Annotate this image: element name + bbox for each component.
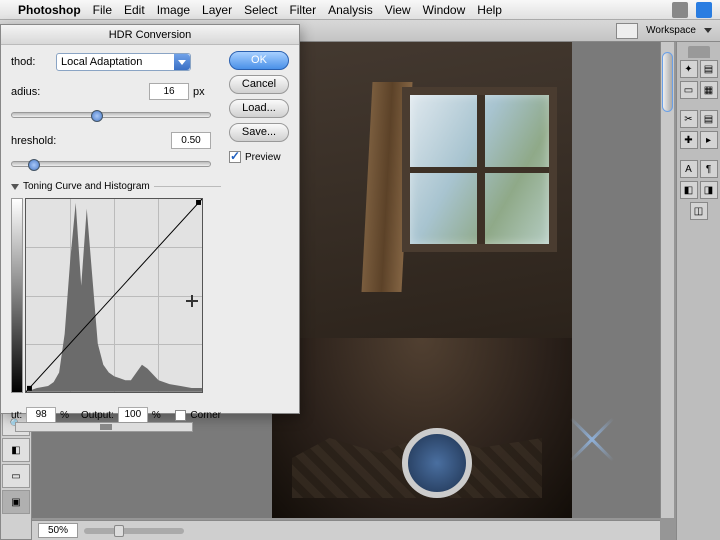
menu-file[interactable]: File	[93, 3, 112, 17]
menu-select[interactable]: Select	[244, 3, 277, 17]
sys-tray-icon[interactable]	[696, 2, 712, 18]
dialog-title: HDR Conversion	[1, 25, 299, 45]
actions-panel-icon[interactable]: ▸	[700, 131, 718, 149]
brushes-panel-icon[interactable]: ▤	[700, 110, 718, 128]
radius-label: adius:	[11, 86, 56, 98]
menu-view[interactable]: View	[385, 3, 411, 17]
spotlight-icon[interactable]	[672, 2, 688, 18]
workspace-icon[interactable]	[616, 23, 638, 39]
foreground-bg-swatch[interactable]: ◧	[2, 438, 30, 462]
threshold-field[interactable]: 0.50	[171, 132, 211, 149]
chevron-down-icon	[704, 28, 712, 33]
threshold-slider-thumb[interactable]	[28, 159, 40, 171]
cancel-button[interactable]: Cancel	[229, 75, 289, 94]
character-panel-icon[interactable]: A	[680, 160, 698, 178]
document-image	[272, 42, 572, 518]
input-label: ut:	[11, 410, 22, 421]
menu-edit[interactable]: Edit	[124, 3, 145, 17]
menu-layer[interactable]: Layer	[202, 3, 232, 17]
watermark-x	[562, 408, 622, 468]
chevron-down-icon	[174, 54, 190, 70]
output-unit: %	[152, 410, 161, 421]
ok-button[interactable]: OK	[229, 51, 289, 70]
menu-filter[interactable]: Filter	[289, 3, 316, 17]
preview-checkbox[interactable]	[229, 151, 241, 163]
method-value: Local Adaptation	[61, 56, 142, 68]
corner-checkbox[interactable]	[175, 410, 186, 421]
clone-source-icon[interactable]: ✚	[680, 131, 698, 149]
disclosure-triangle-icon[interactable]	[11, 184, 19, 190]
panel-dock: ✦▤ ▭▦ ✂▤ ✚▸ A¶ ◧◨ ◫	[676, 42, 720, 540]
histogram-plot	[26, 199, 202, 392]
histogram-scroll-thumb[interactable]	[100, 424, 112, 430]
crosshair-cursor-icon	[186, 295, 198, 307]
output-label: Output:	[81, 410, 114, 421]
menu-image[interactable]: Image	[157, 3, 190, 17]
hdr-conversion-dialog: HDR Conversion OK Cancel Load... Save...…	[0, 24, 300, 414]
radius-unit: px	[193, 86, 211, 98]
gradient-strip	[11, 198, 23, 393]
histogram-panel-icon[interactable]: ▤	[700, 60, 718, 78]
color-panel-icon[interactable]: ▭	[680, 81, 698, 99]
threshold-label: hreshold:	[11, 135, 69, 147]
curve-point-black[interactable]	[27, 386, 32, 391]
swatches-panel-icon[interactable]: ▦	[700, 81, 718, 99]
save-button[interactable]: Save...	[229, 123, 289, 142]
toning-curve-histogram[interactable]	[25, 198, 203, 393]
paragraph-panel-icon[interactable]: ¶	[700, 160, 718, 178]
menu-help[interactable]: Help	[477, 3, 502, 17]
section-title: Toning Curve and Histogram	[23, 181, 150, 192]
method-dropdown[interactable]: Local Adaptation	[56, 53, 191, 71]
vertical-scrollbar[interactable]	[660, 42, 674, 518]
curve-point-white[interactable]	[196, 200, 201, 205]
screen-mode-button[interactable]: ▣	[2, 490, 30, 514]
zoom-slider-thumb[interactable]	[114, 525, 124, 537]
radius-slider-thumb[interactable]	[91, 110, 103, 122]
scrollbar-thumb[interactable]	[662, 52, 673, 112]
app-name[interactable]: Photoshop	[18, 3, 81, 17]
dock-collapse-handle[interactable]	[688, 46, 710, 58]
threshold-slider[interactable]	[11, 161, 211, 167]
zoom-field[interactable]: 50%	[38, 523, 78, 538]
status-bar: 50%	[32, 520, 660, 540]
workspace-dropdown[interactable]: Workspace	[642, 25, 700, 36]
radius-field[interactable]: 16	[149, 83, 189, 100]
corner-label: Corner	[190, 410, 221, 421]
watermark-logo	[402, 428, 472, 498]
zoom-slider[interactable]	[84, 528, 184, 534]
curve-output-field[interactable]: 100	[118, 407, 148, 423]
preview-label: Preview	[245, 152, 281, 163]
tool-presets-icon[interactable]: ✂	[680, 110, 698, 128]
input-unit: %	[60, 410, 69, 421]
mac-menubar: Photoshop File Edit Image Layer Select F…	[0, 0, 720, 20]
method-label: thod:	[11, 56, 56, 68]
channels-panel-icon[interactable]: ◨	[700, 181, 718, 199]
curve-input-field[interactable]: 98	[26, 407, 56, 423]
paths-panel-icon[interactable]: ◫	[690, 202, 708, 220]
radius-slider[interactable]	[11, 112, 211, 118]
quick-mask-toggle[interactable]: ▭	[2, 464, 30, 488]
menu-analysis[interactable]: Analysis	[328, 3, 373, 17]
layers-panel-icon[interactable]: ◧	[680, 181, 698, 199]
navigator-panel-icon[interactable]: ✦	[680, 60, 698, 78]
load-button[interactable]: Load...	[229, 99, 289, 118]
histogram-scrollbar[interactable]	[15, 422, 193, 432]
menu-window[interactable]: Window	[423, 3, 466, 17]
